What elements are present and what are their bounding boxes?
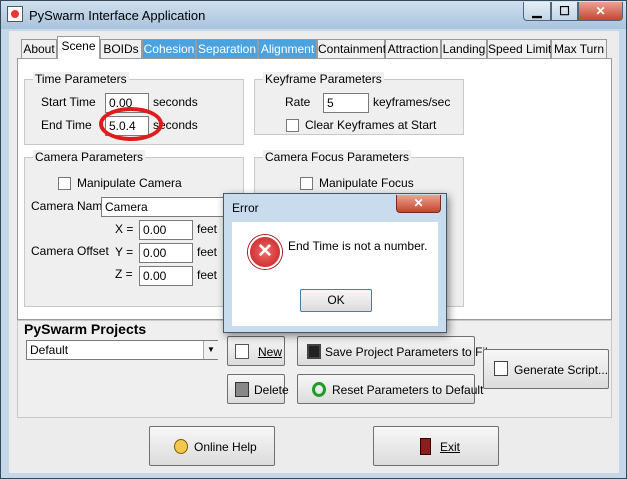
tab-speed-limit[interactable]: Speed Limit [487,39,551,58]
highlight-oval [99,107,163,141]
manipulate-focus-checkbox[interactable] [300,177,313,190]
clear-keyframes-label: Clear Keyframes at Start [305,118,437,132]
offset-y-unit: feet [197,245,218,259]
dialog-close-button[interactable]: ✕ [396,195,441,213]
tab-max-turn[interactable]: Max Turn [551,39,607,58]
time-parameters-title: Time Parameters [33,72,129,86]
keyframe-parameters-title: Keyframe Parameters [263,72,384,86]
online-help-button[interactable]: Online Help [149,426,275,466]
offset-z-unit: feet [197,268,218,282]
start-time-label: Start Time [41,95,96,109]
refresh-icon [312,382,326,397]
offset-x-unit: feet [197,222,218,236]
dialog-body: ✕ End Time is not a number. OK [232,222,438,326]
reset-parameters-button[interactable]: Reset Parameters to Default [297,374,483,404]
tab-separation[interactable]: Separation [196,39,258,58]
save-parameters-label: Save Project Parameters to File [325,345,495,359]
tab-boids[interactable]: BOIDs [100,39,142,58]
rate-label: Rate [285,95,311,109]
tab-containment[interactable]: Containment [317,39,386,58]
tab-landing[interactable]: Landing [441,39,487,58]
tab-about[interactable]: About [21,39,57,58]
camera-name-label: Camera Name [31,199,110,213]
new-button-label: New [258,345,283,359]
title-bar[interactable]: PySwarm Interface Application ▁ ☐ ✕ [1,1,626,29]
generate-script-button[interactable]: Generate Script... [483,349,609,389]
window-title: PySwarm Interface Application [29,8,206,23]
ok-button[interactable]: OK [300,289,372,312]
app-icon [7,6,23,22]
generate-script-label: Generate Script... [514,363,609,377]
new-button[interactable]: New [227,336,285,366]
tab-scene[interactable]: Scene [57,36,100,59]
projects-group: PySwarm Projects Default ▼ New Save Proj… [17,320,612,418]
camera-offset-label: Camera Offset [31,244,109,258]
projects-title: PySwarm Projects [24,321,147,337]
manipulate-camera-checkbox[interactable] [58,177,71,190]
offset-z-input[interactable]: 0.00 [139,266,193,286]
manipulate-focus-label: Manipulate Focus [319,176,414,190]
dialog-message: End Time is not a number. [288,239,428,253]
main-window: PySwarm Interface Application ▁ ☐ ✕ Abou… [0,0,627,479]
offset-z-label: Z = [115,267,133,281]
end-time-label: End Time [41,118,92,132]
online-help-label: Online Help [194,440,257,454]
camera-focus-parameters-title: Camera Focus Parameters [263,150,412,164]
dialog-title: Error [232,201,259,215]
help-icon [174,439,188,454]
rate-unit: keyframes/sec [373,95,451,109]
camera-name-input[interactable]: Camera [101,197,229,217]
manipulate-camera-label: Manipulate Camera [77,176,182,190]
start-time-unit: seconds [153,95,198,109]
maximize-button[interactable]: ☐ [551,2,578,21]
save-parameters-button[interactable]: Save Project Parameters to File [297,336,494,366]
clear-keyframes-checkbox[interactable] [286,119,299,132]
tab-alignment[interactable]: Alignment [258,39,317,58]
exit-door-icon [420,438,431,455]
tab-attraction[interactable]: Attraction [385,39,441,58]
tab-cohesion[interactable]: Cohesion [142,39,196,58]
offset-y-input[interactable]: 0.00 [139,243,193,263]
script-icon [494,361,508,376]
project-select[interactable]: Default [26,340,218,360]
save-disk-icon [307,344,321,359]
reset-parameters-label: Reset Parameters to Default [332,383,484,397]
error-icon: ✕ [248,235,282,269]
exit-button[interactable]: Exit [373,426,499,466]
delete-button[interactable]: Delete [227,374,289,404]
camera-parameters-title: Camera Parameters [33,150,146,164]
close-button[interactable]: ✕ [578,2,623,21]
minimize-button[interactable]: ▁ [523,2,551,21]
delete-button-label: Delete [254,383,289,397]
exit-button-label: Exit [440,440,461,454]
keyframe-parameters-group: Keyframe Parameters Rate 5 keyframes/sec… [254,72,464,135]
offset-x-input[interactable]: 0.00 [139,220,193,240]
offset-x-label: X = [115,222,134,236]
camera-parameters-group: Camera Parameters Manipulate Camera Came… [24,150,244,307]
trash-icon [235,382,249,397]
offset-y-label: Y = [115,245,134,259]
rate-input[interactable]: 5 [323,93,369,113]
chevron-down-icon[interactable]: ▼ [203,341,218,359]
error-dialog: Error ✕ ✕ End Time is not a number. OK [223,193,447,333]
new-document-icon [235,344,249,359]
